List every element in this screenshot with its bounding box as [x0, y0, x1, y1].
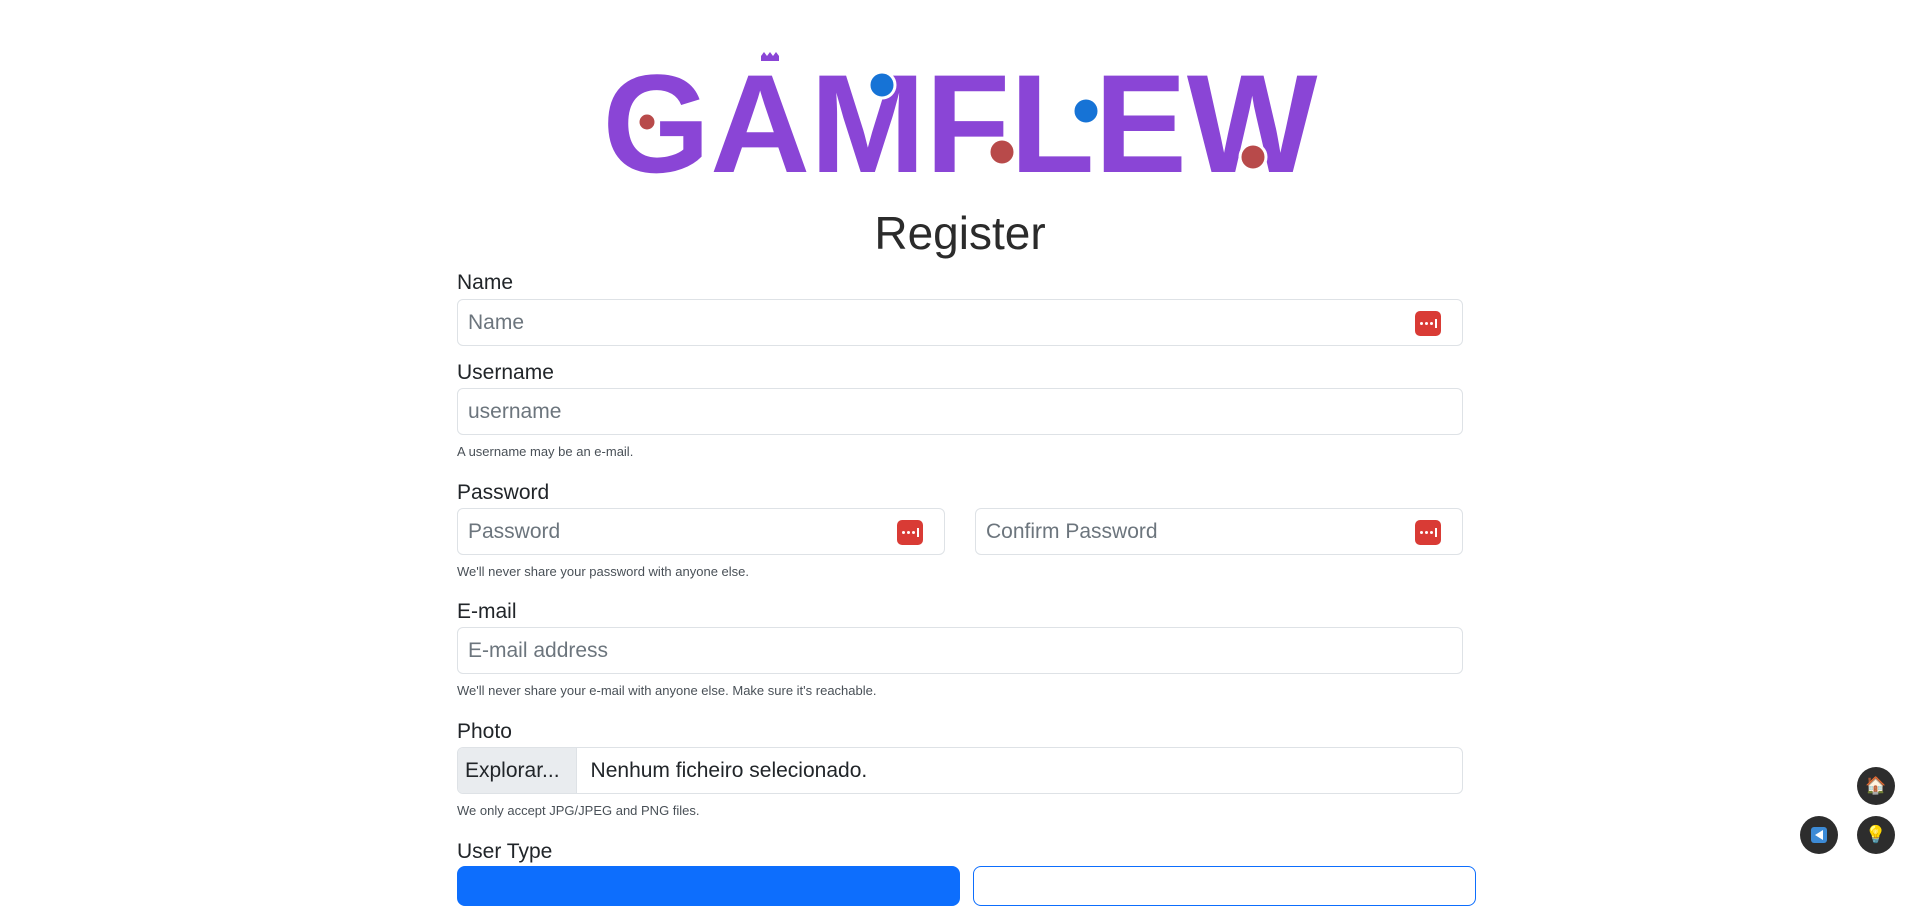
password-manager-icon[interactable] [1415, 311, 1441, 336]
password-field-wrap [457, 508, 945, 555]
user-type-label: User Type [457, 840, 553, 863]
confirm-password-field-wrap [975, 508, 1463, 555]
lightbulb-icon: 💡 [1865, 825, 1887, 844]
send-icon [1811, 827, 1827, 843]
blue-dot-2 [1071, 96, 1101, 126]
email-field-wrap [457, 627, 1463, 674]
username-label: Username [457, 361, 554, 384]
confirm-password-input[interactable] [984, 518, 1454, 545]
blue-dot-1 [867, 70, 897, 100]
name-input[interactable] [466, 309, 1454, 336]
email-help: We'll never share your e-mail with anyon… [457, 683, 877, 698]
photo-label: Photo [457, 720, 512, 743]
username-input[interactable] [466, 398, 1454, 425]
send-button[interactable] [1800, 816, 1838, 854]
password-help: We'll never share your password with any… [457, 564, 749, 579]
page-title: Register [874, 207, 1046, 259]
name-label: Name [457, 271, 514, 294]
home-button[interactable]: 🏠 [1857, 767, 1895, 805]
photo-help: We only accept JPG/JPEG and PNG files. [457, 803, 700, 818]
gamflew-logo: GAMFLEW [603, 52, 1318, 180]
password-input[interactable] [466, 518, 936, 545]
password-label: Password [457, 481, 550, 504]
red-dot-2 [987, 137, 1017, 167]
red-dot-1 [636, 111, 658, 133]
username-field-wrap [457, 388, 1463, 435]
logo-text: GAMFLEW [603, 52, 1318, 180]
password-manager-icon[interactable] [897, 520, 923, 545]
house-icon: 🏠 [1865, 776, 1887, 795]
photo-file-input[interactable]: Explorar... Nenhum ficheiro selecionado. [457, 747, 1463, 794]
crown-icon [761, 52, 779, 61]
user-type-option-1[interactable] [457, 866, 960, 906]
password-manager-icon[interactable] [1415, 520, 1441, 545]
name-field-wrap [457, 299, 1463, 346]
email-label: E-mail [457, 600, 517, 623]
user-type-option-2[interactable] [973, 866, 1476, 906]
logo: GAMFLEW [600, 52, 1320, 180]
file-name-text: Nenhum ficheiro selecionado. [590, 758, 868, 782]
tip-button[interactable]: 💡 [1857, 816, 1895, 854]
browse-button[interactable]: Explorar... [458, 748, 577, 793]
email-input[interactable] [466, 637, 1454, 664]
red-dot-3 [1238, 142, 1268, 172]
username-help: A username may be an e-mail. [457, 444, 634, 459]
